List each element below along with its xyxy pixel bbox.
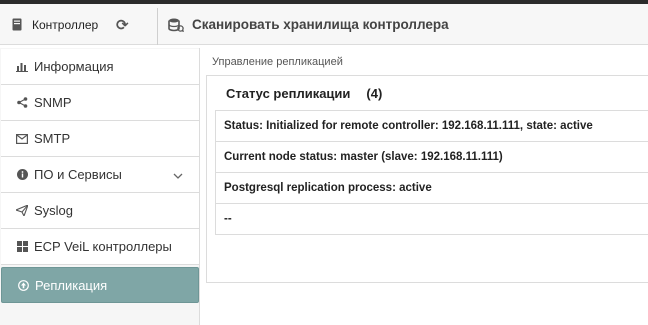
- grid-icon: [16, 241, 28, 252]
- sidebar-item-label: Syslog: [34, 203, 74, 218]
- share-icon: [16, 97, 28, 108]
- panel-header: Статус репликации (4): [207, 76, 648, 110]
- sidebar-item-label: Репликация: [35, 277, 108, 293]
- controller-button[interactable]: Контроллер: [10, 4, 98, 45]
- sidebar-item-label: ECP VeiL контроллеры: [34, 239, 172, 254]
- scan-storages-label: Сканировать хранилища контроллера: [192, 17, 449, 32]
- sidebar-item-snmp[interactable]: SNMP: [1, 85, 199, 121]
- list-item: Postgresql replication process: active: [216, 173, 648, 204]
- status-count-badge: (4): [366, 85, 383, 101]
- sidebar-item-smtp[interactable]: SMTP: [1, 121, 199, 157]
- status-list: Status: Initialized for remote controlle…: [215, 110, 648, 235]
- header-divider: [157, 8, 158, 45]
- sidebar-item-label: Информация: [34, 59, 114, 74]
- list-item: --: [216, 204, 648, 235]
- panel-title: Статус репликации: [226, 85, 351, 101]
- sidebar-item-label: ПО и Сервисы: [34, 167, 122, 182]
- sidebar: Информация SNMP SMTP ПО и Сервисы Syslog…: [0, 48, 200, 325]
- sidebar-item-syslog[interactable]: Syslog: [1, 193, 199, 229]
- controller-label: Контроллер: [32, 17, 99, 32]
- header-toolbar: Контроллер ⟳ Сканировать хранилища контр…: [0, 4, 648, 45]
- bar-chart-icon: [16, 61, 28, 72]
- sidebar-item-label: SNMP: [34, 95, 72, 110]
- chevron-down-icon[interactable]: [173, 168, 183, 183]
- main-content: Управление репликацией Статус репликации…: [206, 48, 648, 325]
- refresh-button[interactable]: ⟳: [116, 4, 129, 45]
- list-item: Status: Initialized for remote controlle…: [216, 111, 648, 142]
- sidebar-item-label: SMTP: [34, 131, 71, 146]
- refresh-icon: ⟳: [116, 16, 129, 34]
- database-icon: [168, 18, 184, 32]
- scan-storages-button[interactable]: Сканировать хранилища контроллера: [168, 4, 449, 45]
- replication-status-panel: Статус репликации (4) Status: Initialize…: [206, 75, 648, 283]
- list-item: Current node status: master (slave: 192.…: [216, 142, 648, 173]
- arrow-circle-up-icon: [17, 279, 29, 291]
- sidebar-item-replication[interactable]: Репликация: [1, 267, 199, 303]
- sidebar-item-info[interactable]: Информация: [1, 49, 199, 85]
- section-title: Управление репликацией: [212, 56, 343, 68]
- envelope-icon: [16, 133, 28, 144]
- paper-plane-icon: [16, 205, 28, 216]
- sidebar-item-software-services[interactable]: ПО и Сервисы: [1, 157, 199, 193]
- sidebar-item-ecp-controllers[interactable]: ECP VeiL контроллеры: [1, 229, 199, 265]
- server-icon: [10, 18, 24, 31]
- info-icon: [16, 169, 28, 180]
